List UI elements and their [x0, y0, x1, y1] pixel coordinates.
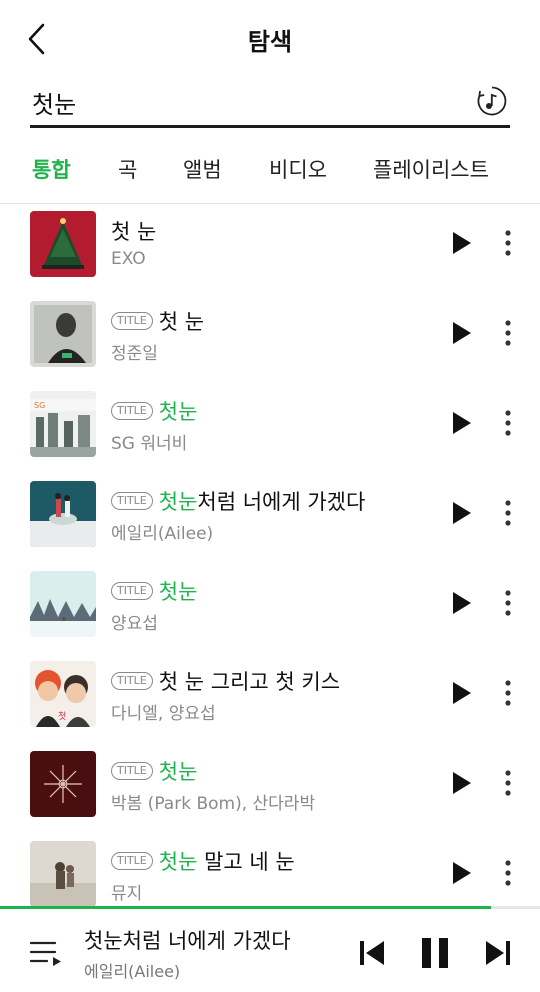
artist-name: EXO — [111, 249, 146, 269]
category-tabs: 통합 곡 앨범 비디오 플레이리스트 — [0, 140, 540, 204]
more-options-icon[interactable] — [498, 318, 518, 348]
song-title-line: TITLE 첫눈 말고 네 눈 — [111, 846, 295, 876]
artist-name: 다니엘, 양요섭 — [111, 704, 216, 724]
tab-all[interactable]: 통합 — [32, 154, 71, 184]
song-title: 첫 눈 그리고 첫 키스 — [158, 670, 341, 694]
artist-name: 박봄 (Park Bom), 산다라박 — [111, 794, 316, 814]
song-title-line: TITLE 첫눈처럼 너에게 가겠다 — [111, 486, 365, 516]
song-title: 첫눈 말고 네 눈 — [158, 850, 295, 874]
song-row[interactable]: 첫 TITLE 첫 눈 그리고 첫 키스 다니엘, 양요섭 — [0, 656, 540, 746]
song-title: 첫눈 — [158, 400, 198, 424]
song-title-line: TITLE 첫눈 — [111, 396, 197, 426]
tab-playlists[interactable]: 플레이리스트 — [373, 154, 489, 184]
artist-name: SG 워너비 — [111, 434, 188, 454]
title-track-badge: TITLE — [111, 402, 153, 420]
song-row[interactable]: SG TITLE 첫눈 SG 워너비 — [0, 386, 540, 476]
play-icon[interactable] — [449, 680, 473, 706]
title-track-badge: TITLE — [111, 312, 153, 330]
album-art — [30, 481, 96, 547]
song-title-line: 첫 눈 — [111, 216, 156, 246]
more-options-icon[interactable] — [498, 768, 518, 798]
album-art — [30, 301, 96, 367]
next-track-icon[interactable] — [484, 937, 512, 969]
play-icon[interactable] — [449, 320, 473, 346]
play-icon[interactable] — [449, 230, 473, 256]
album-art — [30, 751, 96, 817]
title-track-badge: TITLE — [111, 582, 153, 600]
album-art: 첫 — [30, 661, 96, 727]
song-row[interactable]: TITLE 첫 눈 정준일 — [0, 296, 540, 386]
title-track-badge: TITLE — [111, 762, 153, 780]
more-options-icon[interactable] — [498, 228, 518, 258]
song-title: 첫 눈 — [111, 220, 157, 244]
song-title: 첫눈 — [158, 580, 198, 604]
artist-name: 뮤지 — [111, 884, 143, 904]
song-title-line: TITLE 첫 눈 — [111, 306, 204, 336]
song-title-line: TITLE 첫눈 — [111, 756, 197, 786]
song-title: 첫눈 — [158, 760, 198, 784]
song-row[interactable]: 첫 눈 EXO — [0, 206, 540, 296]
album-art: SG — [30, 391, 96, 457]
song-row[interactable]: TITLE 첫눈 말고 네 눈 뮤지 — [0, 836, 540, 908]
song-row[interactable]: TITLE 첫눈 양요섭 — [0, 566, 540, 656]
song-title: 첫눈처럼 너에게 가겠다 — [158, 490, 366, 514]
play-icon[interactable] — [449, 770, 473, 796]
search-input[interactable] — [32, 82, 452, 122]
song-row[interactable]: TITLE 첫눈처럼 너에게 가겠다 에일리(Ailee) — [0, 476, 540, 566]
play-icon[interactable] — [449, 410, 473, 436]
title-track-badge: TITLE — [111, 852, 153, 870]
now-playing-artist: 에일리(Ailee) — [84, 962, 181, 981]
song-title-line: TITLE 첫눈 — [111, 576, 197, 606]
previous-track-icon[interactable] — [358, 937, 386, 969]
header: 탐색 — [0, 0, 540, 78]
mini-player: 첫눈처럼 너에게 가겠다 에일리(Ailee) — [0, 909, 540, 992]
song-row[interactable]: TITLE 첫눈 박봄 (Park Bom), 산다라박 — [0, 746, 540, 836]
music-search-icon[interactable] — [476, 85, 508, 117]
more-options-icon[interactable] — [498, 498, 518, 528]
album-art — [30, 841, 96, 907]
album-art — [30, 571, 96, 637]
tab-videos[interactable]: 비디오 — [269, 154, 327, 184]
search-bar — [30, 78, 510, 128]
song-title-line: TITLE 첫 눈 그리고 첫 키스 — [111, 666, 340, 696]
tab-albums[interactable]: 앨범 — [183, 154, 222, 184]
svg-text:첫: 첫 — [58, 711, 66, 722]
more-options-icon[interactable] — [498, 858, 518, 888]
artist-name: 에일리(Ailee) — [111, 524, 214, 544]
pause-icon[interactable] — [419, 935, 451, 971]
playlist-icon[interactable] — [28, 937, 62, 969]
search-results-list: 첫 눈 EXO TITLE 첫 눈 정준일 SG TITLE 첫눈 SG 워너비… — [0, 206, 540, 908]
album-art — [30, 211, 96, 277]
play-icon[interactable] — [449, 500, 473, 526]
more-options-icon[interactable] — [498, 408, 518, 438]
play-icon[interactable] — [449, 590, 473, 616]
more-options-icon[interactable] — [498, 678, 518, 708]
artist-name: 정준일 — [111, 344, 158, 364]
tab-songs[interactable]: 곡 — [118, 154, 137, 184]
artist-name: 양요섭 — [111, 614, 158, 634]
title-track-badge: TITLE — [111, 672, 153, 690]
title-track-badge: TITLE — [111, 492, 153, 510]
page-title: 탐색 — [247, 28, 293, 56]
play-icon[interactable] — [449, 860, 473, 886]
svg-text:SG: SG — [34, 401, 45, 410]
song-title: 첫 눈 — [158, 310, 205, 334]
more-options-icon[interactable] — [498, 588, 518, 618]
now-playing-title[interactable]: 첫눈처럼 너에게 가겠다 — [84, 925, 291, 955]
